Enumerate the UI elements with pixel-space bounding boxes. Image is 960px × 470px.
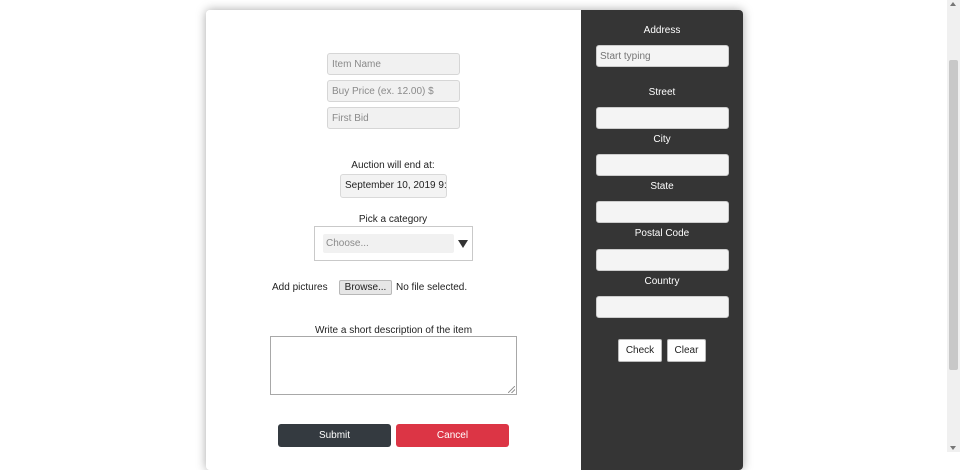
auction-end-datetime-input[interactable]: September 10, 2019 9: (340, 174, 447, 198)
scroll-up-icon[interactable] (950, 2, 956, 6)
category-select[interactable]: Choose... (314, 226, 473, 261)
address-title: Address (643, 25, 681, 36)
address-search-input[interactable] (596, 45, 729, 67)
street-label: Street (648, 87, 676, 98)
resize-handle-icon[interactable] (508, 386, 515, 393)
page-scrollbar[interactable] (947, 0, 960, 452)
state-input[interactable] (596, 201, 729, 223)
scroll-thumb[interactable] (949, 60, 958, 370)
submit-button[interactable]: Submit (278, 424, 391, 447)
state-label: State (650, 181, 674, 192)
country-label: Country (644, 276, 680, 287)
dropdown-arrow-icon (458, 240, 468, 248)
description-textarea[interactable] (270, 336, 517, 395)
scroll-down-icon[interactable] (950, 446, 956, 450)
clear-button[interactable]: Clear (667, 339, 706, 362)
auction-form-card: Auction will end at: September 10, 2019 … (206, 10, 743, 470)
postal-code-label: Postal Code (634, 228, 690, 239)
auction-end-label: Auction will end at: (351, 160, 435, 171)
description-label: Write a short description of the item (314, 325, 473, 336)
cancel-button[interactable]: Cancel (396, 424, 509, 447)
browse-button[interactable]: Browse... (339, 280, 392, 295)
check-button[interactable]: Check (618, 339, 662, 362)
item-name-input[interactable] (327, 53, 460, 75)
city-label: City (653, 134, 671, 145)
buy-price-input[interactable] (327, 80, 460, 102)
item-form-panel: Auction will end at: September 10, 2019 … (206, 10, 581, 470)
file-status-text: No file selected. (396, 282, 468, 293)
postal-code-input[interactable] (596, 249, 729, 271)
country-input[interactable] (596, 296, 729, 318)
first-bid-input[interactable] (327, 107, 460, 129)
category-selected-value: Choose... (323, 234, 454, 253)
add-pictures-label: Add pictures (272, 282, 328, 293)
city-input[interactable] (596, 154, 729, 176)
category-label: Pick a category (358, 214, 428, 225)
address-panel: Address Street City State Postal Code Co… (581, 10, 743, 470)
street-input[interactable] (596, 107, 729, 129)
